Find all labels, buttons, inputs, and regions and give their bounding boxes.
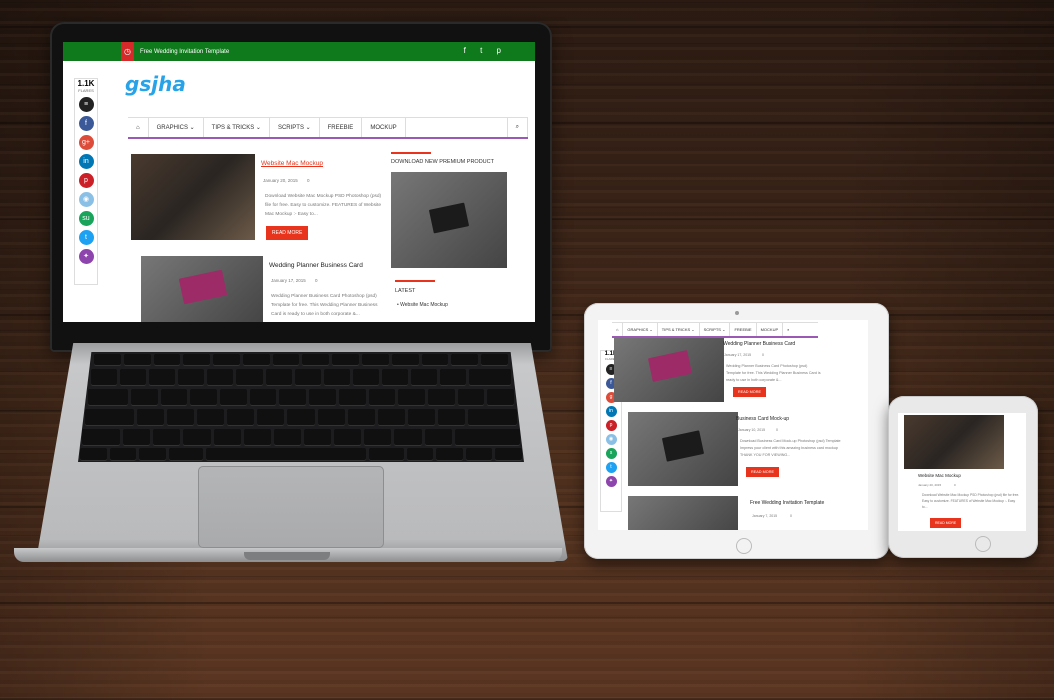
topbar-announcement[interactable]: Free Wedding Invitation Template: [140, 49, 229, 55]
comment-count: 0: [776, 428, 778, 432]
latest-accent-line: [395, 280, 435, 282]
post-excerpt: Download Website Mac Mockup PSD Photosho…: [922, 493, 1020, 509]
post-date: January 20, 2015: [918, 483, 942, 487]
business-card-image: [178, 269, 228, 305]
linkedin-icon[interactable]: in: [605, 406, 617, 417]
post-thumbnail[interactable]: [131, 154, 255, 240]
flame-icon: ◷: [121, 42, 134, 61]
comment-count: 0: [315, 278, 318, 283]
post-title[interactable]: Wedding Planner Business Card: [723, 341, 795, 347]
flare-icon[interactable]: ✦: [605, 476, 617, 487]
latest-title: LATEST: [395, 288, 416, 294]
laptop-keyboard: [78, 352, 524, 462]
comment-count: 0: [762, 353, 764, 357]
post-thumbnail[interactable]: [904, 415, 1004, 469]
main-nav: ⌂ GRAPHICS ⌄ TIPS & TRICKS ⌄ SCRIPTS ⌄ F…: [612, 322, 818, 338]
post-title[interactable]: Wedding Planner Business Card: [269, 262, 363, 269]
share-count: 1.1K: [77, 79, 95, 88]
post-title[interactable]: Website Mac Mockup: [261, 160, 323, 167]
linkedin-icon[interactable]: in: [78, 154, 94, 169]
social-icons[interactable]: f t p: [464, 46, 507, 55]
latest-item-label[interactable]: Website Mac Mockup: [400, 302, 448, 308]
post-title[interactable]: Free Wedding Invitation Template: [750, 500, 824, 506]
comment-count: 0: [954, 483, 956, 487]
facebook-icon[interactable]: f: [78, 116, 94, 131]
nav-item-tips[interactable]: TIPS & TRICKS ⌄: [658, 323, 700, 336]
nav-item-scripts[interactable]: SCRIPTS ⌄: [700, 323, 731, 336]
read-more-button[interactable]: READ MORE: [930, 518, 962, 528]
nav-item-tips[interactable]: TIPS & TRICKS ⌄: [204, 118, 270, 137]
business-card-image: [428, 202, 470, 234]
keyboard-bottom-row: [80, 448, 523, 461]
pinterest-icon[interactable]: p: [605, 420, 617, 431]
read-more-button[interactable]: READ MORE: [746, 467, 779, 477]
nav-item-mockup[interactable]: MOCKUP: [362, 118, 406, 137]
keyboard-function-row: [94, 354, 508, 366]
post-excerpt: Wedding Planner Business Card Photoshop …: [726, 364, 821, 382]
premium-product-image[interactable]: [391, 172, 507, 268]
stumbleupon-icon[interactable]: s: [605, 448, 617, 459]
post-date: January 7, 2015: [752, 514, 778, 518]
share-sidebar: 1.1K FLARES ≡ f g+ in p ◉ su t ✦: [74, 78, 98, 285]
read-more-button[interactable]: READ MORE: [733, 387, 766, 397]
pinterest-icon[interactable]: p: [78, 173, 94, 188]
laptop-screen: ◷ Free Wedding Invitation Template f t p…: [63, 42, 535, 322]
home-icon[interactable]: ⌂: [612, 323, 624, 336]
read-more-button[interactable]: READ MORE: [266, 226, 309, 240]
keyboard-qwerty-row: [88, 389, 514, 406]
post-date: January 20, 2015: [263, 178, 298, 183]
laptop-trackpad: [198, 466, 384, 548]
home-icon[interactable]: ⌂: [128, 118, 149, 137]
tablet-screen: ⌂ GRAPHICS ⌄ TIPS & TRICKS ⌄ SCRIPTS ⌄ F…: [598, 320, 868, 530]
nav-item-scripts[interactable]: SCRIPTS ⌄: [270, 118, 320, 137]
main-nav: ⌂ GRAPHICS ⌄ TIPS & TRICKS ⌄ SCRIPTS ⌄ F…: [128, 117, 528, 139]
tablet-home-button: [736, 538, 752, 554]
keyboard-home-row: [85, 409, 518, 426]
business-card-image: [647, 350, 693, 382]
post-thumbnail[interactable]: [141, 256, 263, 322]
post-excerpt: Wedding Planner Business Card Photoshop …: [271, 294, 378, 317]
sidebar-accent-line: [391, 152, 431, 154]
share-label: FLARES: [78, 88, 94, 93]
latest-item[interactable]: • Website Mac Mockup: [397, 302, 448, 308]
twitter-icon[interactable]: t: [78, 230, 94, 245]
laptop-opening-notch: [244, 552, 330, 560]
keyboard-shift-row: [82, 429, 520, 446]
post-title[interactable]: Website Mac Mockup: [918, 473, 961, 478]
nav-item-graphics[interactable]: GRAPHICS ⌄: [623, 323, 658, 336]
nav-item-freebie[interactable]: FREEBIE: [730, 323, 757, 336]
post-date: January 10, 2015: [738, 428, 766, 432]
search-icon[interactable]: ⌕: [506, 118, 528, 137]
business-card-image: [661, 430, 705, 462]
post-date: January 17, 2015: [271, 278, 306, 283]
phone-screen: Website Mac Mockup January 20, 2015 0 Do…: [898, 413, 1026, 531]
google-plus-icon[interactable]: g+: [78, 135, 94, 150]
site-logo[interactable]: gsjha: [125, 72, 186, 96]
site-topbar: ◷ Free Wedding Invitation Template f t p: [63, 42, 535, 61]
nav-item-mockup[interactable]: MOCKUP: [757, 323, 784, 336]
stumbleupon-icon[interactable]: su: [78, 211, 94, 226]
search-icon[interactable]: ⌕: [783, 323, 793, 336]
post-excerpt: Download Business Card Mock-up Photoshop…: [740, 439, 841, 457]
post-thumbnail[interactable]: [614, 338, 724, 402]
reddit-icon[interactable]: ◉: [78, 192, 94, 207]
flare-icon[interactable]: ✦: [78, 249, 94, 264]
post-thumbnail[interactable]: [628, 412, 738, 486]
keyboard-number-row: [91, 369, 511, 386]
tablet-camera: [735, 311, 739, 315]
nav-item-freebie[interactable]: FREEBIE: [320, 118, 363, 137]
post-date: January 17, 2015: [724, 353, 752, 357]
phone-home-button: [975, 536, 991, 552]
twitter-icon[interactable]: t: [605, 462, 617, 473]
nav-item-graphics[interactable]: GRAPHICS ⌄: [149, 118, 204, 137]
buffer-icon[interactable]: ≡: [78, 97, 94, 112]
post-excerpt: Download Website Mac Mockup PSD Photosho…: [265, 194, 382, 217]
reddit-icon[interactable]: ◉: [605, 434, 617, 445]
comment-count: 0: [307, 178, 310, 183]
sidebar-title: DOWNLOAD NEW PREMIUM PRODUCT: [391, 159, 494, 165]
post-title[interactable]: Business Card Mock-up: [736, 416, 789, 422]
post-thumbnail[interactable]: [628, 496, 738, 530]
comment-count: 0: [790, 514, 792, 518]
